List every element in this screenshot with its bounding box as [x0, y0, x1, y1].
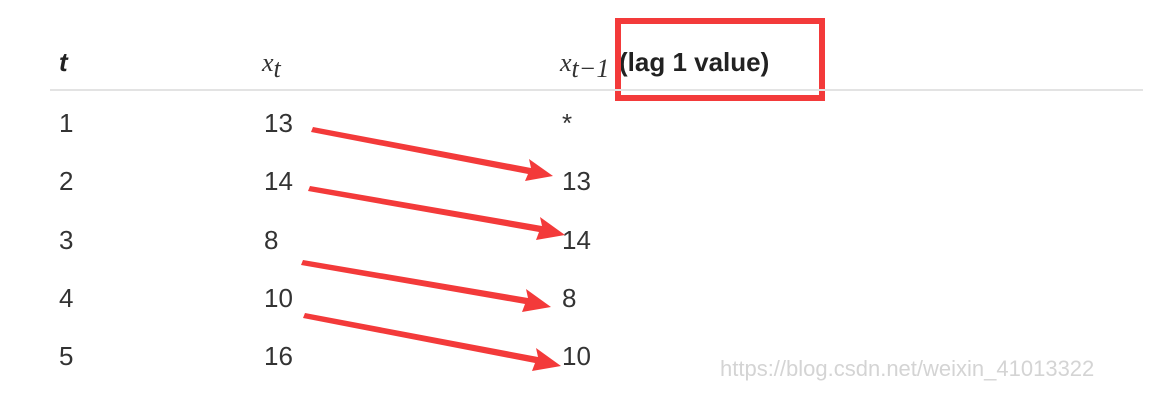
arrow-3-icon	[301, 260, 551, 312]
lag-table-page: t xt xt−1 (lag 1 value) 1 13 * 2 14 13 3…	[0, 0, 1175, 411]
arrow-1-icon	[311, 127, 553, 181]
arrow-2-icon	[308, 186, 565, 240]
lag-arrows	[301, 127, 565, 371]
arrow-4-icon	[303, 313, 561, 371]
watermark: https://blog.csdn.net/weixin_41013322	[720, 356, 1095, 381]
